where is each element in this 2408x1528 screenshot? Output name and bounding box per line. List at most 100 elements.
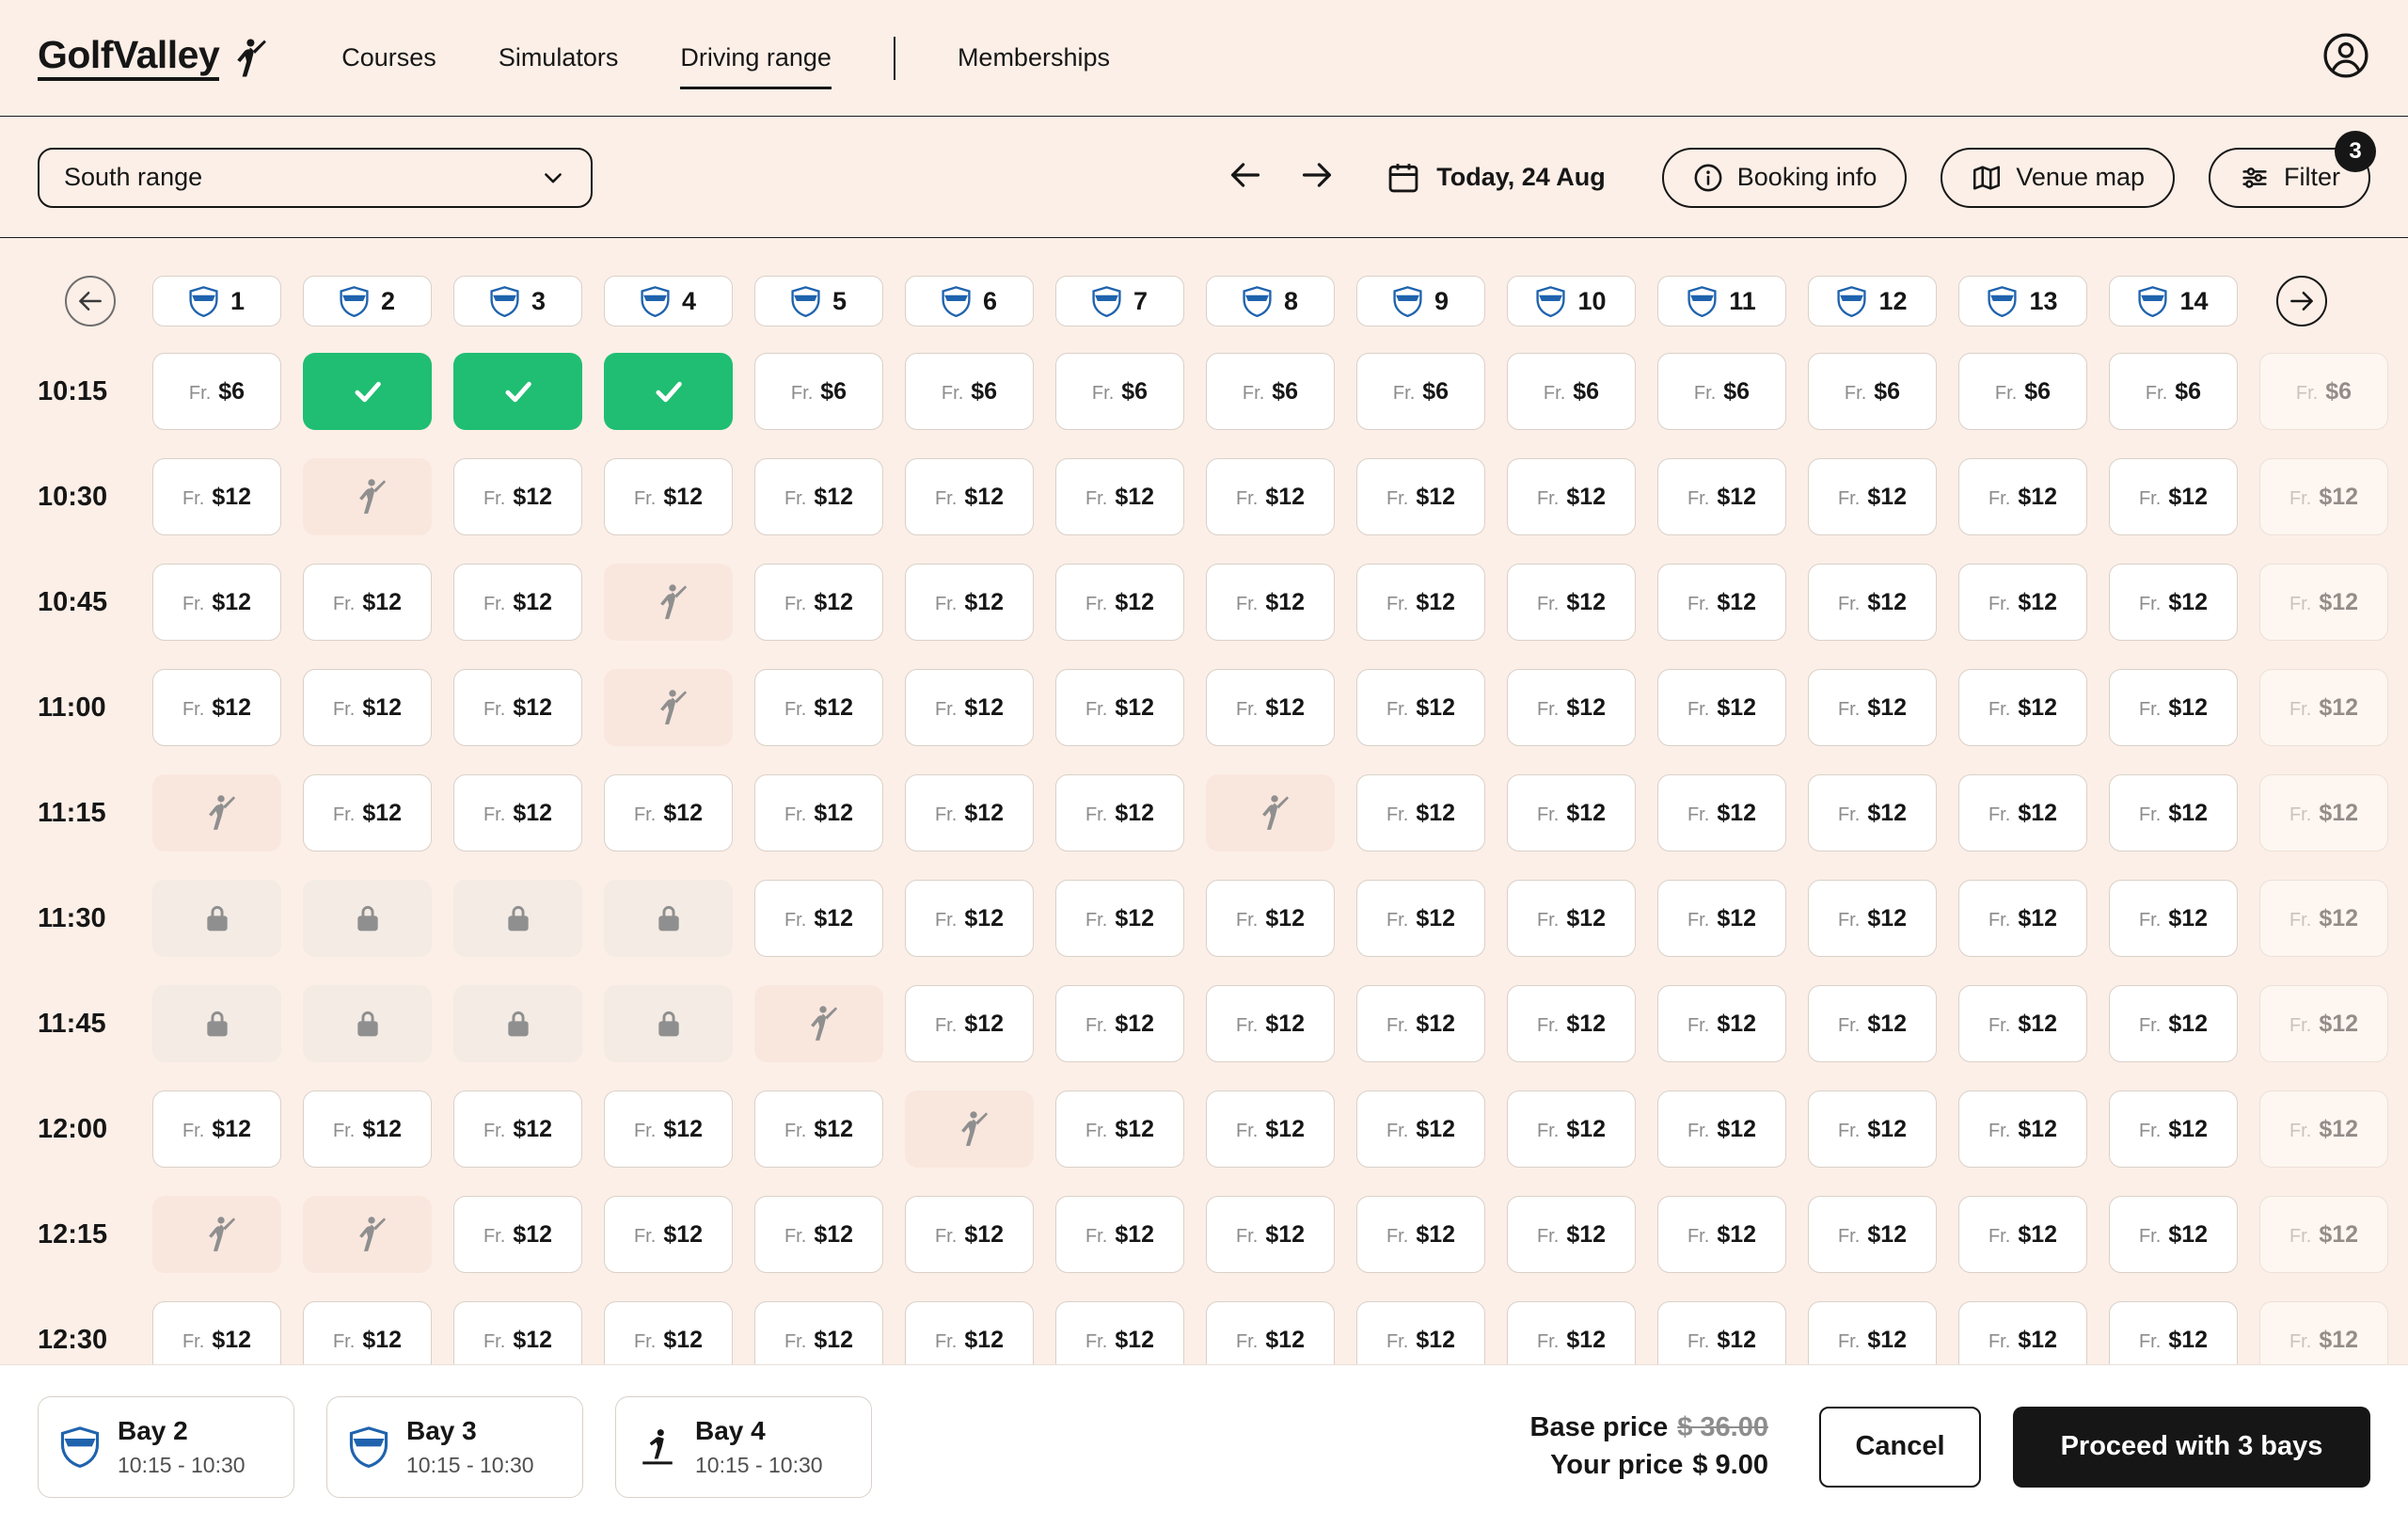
slot-available[interactable]: Fr.$12 xyxy=(1055,458,1184,535)
nav-driving-range[interactable]: Driving range xyxy=(680,43,832,72)
slot-available[interactable]: Fr.$12 xyxy=(1356,880,1485,957)
slot-available[interactable]: Fr.$12 xyxy=(1356,774,1485,852)
slot-available[interactable]: Fr.$6 xyxy=(1657,353,1786,430)
slot-available[interactable]: Fr.$6 xyxy=(754,353,883,430)
slot-available[interactable]: Fr.$12 xyxy=(754,564,883,641)
selected-bay-card[interactable]: Bay 310:15 - 10:30 xyxy=(326,1396,583,1498)
slot-available[interactable]: Fr.$12 xyxy=(1958,985,2087,1062)
slot-available[interactable]: Fr.$12 xyxy=(1657,985,1786,1062)
slot-available[interactable]: Fr.$6 xyxy=(1206,353,1335,430)
slot-available[interactable]: Fr.$12 xyxy=(1206,458,1335,535)
slot-available[interactable]: Fr.$12 xyxy=(1507,880,1636,957)
booking-info-button[interactable]: Booking info xyxy=(1662,148,1908,208)
bay-header-7[interactable]: 7 xyxy=(1055,276,1184,326)
slot-available[interactable]: Fr.$12 xyxy=(905,985,1034,1062)
slot-available[interactable]: Fr.$12 xyxy=(1657,774,1786,852)
slot-available[interactable]: Fr.$12 xyxy=(1055,564,1184,641)
selected-bay-card[interactable]: Bay 410:15 - 10:30 xyxy=(615,1396,872,1498)
slot-available[interactable]: Fr.$12 xyxy=(1356,669,1485,746)
slot-available[interactable]: Fr.$12 xyxy=(453,669,582,746)
slot-available[interactable]: Fr.$12 xyxy=(1206,669,1335,746)
slot-available[interactable]: Fr.$12 xyxy=(1657,880,1786,957)
logo[interactable]: GolfValley xyxy=(38,36,268,81)
slot-available[interactable]: Fr.$12 xyxy=(152,1090,281,1168)
slot-available[interactable]: Fr.$6 xyxy=(1356,353,1485,430)
slot-available[interactable]: Fr.$6 xyxy=(152,353,281,430)
slot-available[interactable]: Fr.$12 xyxy=(2109,669,2238,746)
slot-available[interactable]: Fr.$12 xyxy=(1206,1196,1335,1273)
slot-available[interactable]: Fr.$12 xyxy=(1657,564,1786,641)
slot-available[interactable]: Fr.$12 xyxy=(905,1196,1034,1273)
proceed-button[interactable]: Proceed with 3 bays xyxy=(2013,1407,2370,1488)
bay-header-9[interactable]: 9 xyxy=(1356,276,1485,326)
bay-header-8[interactable]: 8 xyxy=(1206,276,1335,326)
venue-map-button[interactable]: Venue map xyxy=(1941,148,2175,208)
slot-available[interactable]: Fr.$12 xyxy=(905,774,1034,852)
slot-selected[interactable] xyxy=(604,353,733,430)
slot-available[interactable]: Fr.$12 xyxy=(1507,669,1636,746)
slot-available[interactable]: Fr.$12 xyxy=(1958,880,2087,957)
slot-available[interactable]: Fr.$12 xyxy=(604,1196,733,1273)
slot-available[interactable]: Fr.$12 xyxy=(453,458,582,535)
slot-available[interactable]: Fr.$12 xyxy=(2109,458,2238,535)
slot-selected[interactable] xyxy=(303,353,432,430)
slot-available[interactable]: Fr.$6 xyxy=(1958,353,2087,430)
slot-available[interactable]: Fr.$12 xyxy=(1958,774,2087,852)
slot-available[interactable]: Fr.$12 xyxy=(1206,880,1335,957)
scroll-bays-right-button[interactable] xyxy=(2276,276,2327,326)
slot-available[interactable]: Fr.$12 xyxy=(1507,985,1636,1062)
slot-available[interactable]: Fr.$12 xyxy=(1055,880,1184,957)
slot-available[interactable]: Fr.$12 xyxy=(303,669,432,746)
account-button[interactable] xyxy=(2321,31,2370,85)
slot-available[interactable]: Fr.$12 xyxy=(1507,774,1636,852)
slot-available[interactable]: Fr.$12 xyxy=(1507,564,1636,641)
slot-available[interactable]: Fr.$12 xyxy=(1657,669,1786,746)
slot-available[interactable]: Fr.$12 xyxy=(152,564,281,641)
slot-available[interactable]: Fr.$6 xyxy=(1808,353,1937,430)
selected-bay-card[interactable]: Bay 210:15 - 10:30 xyxy=(38,1396,294,1498)
slot-available[interactable]: Fr.$12 xyxy=(1958,564,2087,641)
slot-available[interactable]: Fr.$12 xyxy=(905,458,1034,535)
nav-memberships[interactable]: Memberships xyxy=(958,43,1110,72)
slot-available[interactable]: Fr.$12 xyxy=(2109,985,2238,1062)
bay-header-2[interactable]: 2 xyxy=(303,276,432,326)
slot-available[interactable]: Fr.$12 xyxy=(1808,1196,1937,1273)
slot-available[interactable]: Fr.$12 xyxy=(1808,669,1937,746)
slot-available[interactable]: Fr.$12 xyxy=(1356,985,1485,1062)
slot-available[interactable]: Fr.$12 xyxy=(1808,880,1937,957)
slot-available[interactable]: Fr.$12 xyxy=(905,880,1034,957)
slot-available[interactable]: Fr.$12 xyxy=(1808,774,1937,852)
slot-available[interactable]: Fr.$12 xyxy=(303,564,432,641)
slot-available[interactable]: Fr.$12 xyxy=(604,458,733,535)
slot-available[interactable]: Fr.$12 xyxy=(1958,669,2087,746)
date-picker[interactable]: Today, 24 Aug xyxy=(1386,160,1606,196)
slot-available[interactable]: Fr.$12 xyxy=(1507,1196,1636,1273)
bay-header-5[interactable]: 5 xyxy=(754,276,883,326)
slot-available[interactable]: Fr.$12 xyxy=(303,1090,432,1168)
filter-button[interactable]: Filter 3 xyxy=(2209,148,2370,208)
prev-day-button[interactable] xyxy=(1222,151,1269,203)
slot-available[interactable]: Fr.$12 xyxy=(754,1196,883,1273)
slot-available[interactable]: Fr.$12 xyxy=(2109,1196,2238,1273)
slot-available[interactable]: Fr.$12 xyxy=(453,1196,582,1273)
slot-available[interactable]: Fr.$12 xyxy=(1657,458,1786,535)
slot-available[interactable]: Fr.$12 xyxy=(1507,458,1636,535)
range-selector[interactable]: South range xyxy=(38,148,593,208)
slot-available[interactable]: Fr.$12 xyxy=(905,669,1034,746)
nav-simulators[interactable]: Simulators xyxy=(499,43,619,72)
slot-available[interactable]: Fr.$12 xyxy=(2109,564,2238,641)
slot-available[interactable]: Fr.$12 xyxy=(604,774,733,852)
slot-available[interactable]: Fr.$12 xyxy=(1356,1090,1485,1168)
slot-available[interactable]: Fr.$12 xyxy=(604,1090,733,1168)
slot-available[interactable]: Fr.$12 xyxy=(905,564,1034,641)
slot-available[interactable]: Fr.$12 xyxy=(754,880,883,957)
slot-available[interactable]: Fr.$12 xyxy=(754,458,883,535)
slot-available[interactable]: Fr.$6 xyxy=(1055,353,1184,430)
slot-available[interactable]: Fr.$12 xyxy=(754,774,883,852)
slot-available[interactable]: Fr.$6 xyxy=(905,353,1034,430)
slot-available[interactable]: Fr.$12 xyxy=(2109,880,2238,957)
bay-header-12[interactable]: 12 xyxy=(1808,276,1937,326)
slot-available[interactable]: Fr.$12 xyxy=(1055,1196,1184,1273)
bay-header-10[interactable]: 10 xyxy=(1507,276,1636,326)
slot-available[interactable]: Fr.$12 xyxy=(1657,1090,1786,1168)
